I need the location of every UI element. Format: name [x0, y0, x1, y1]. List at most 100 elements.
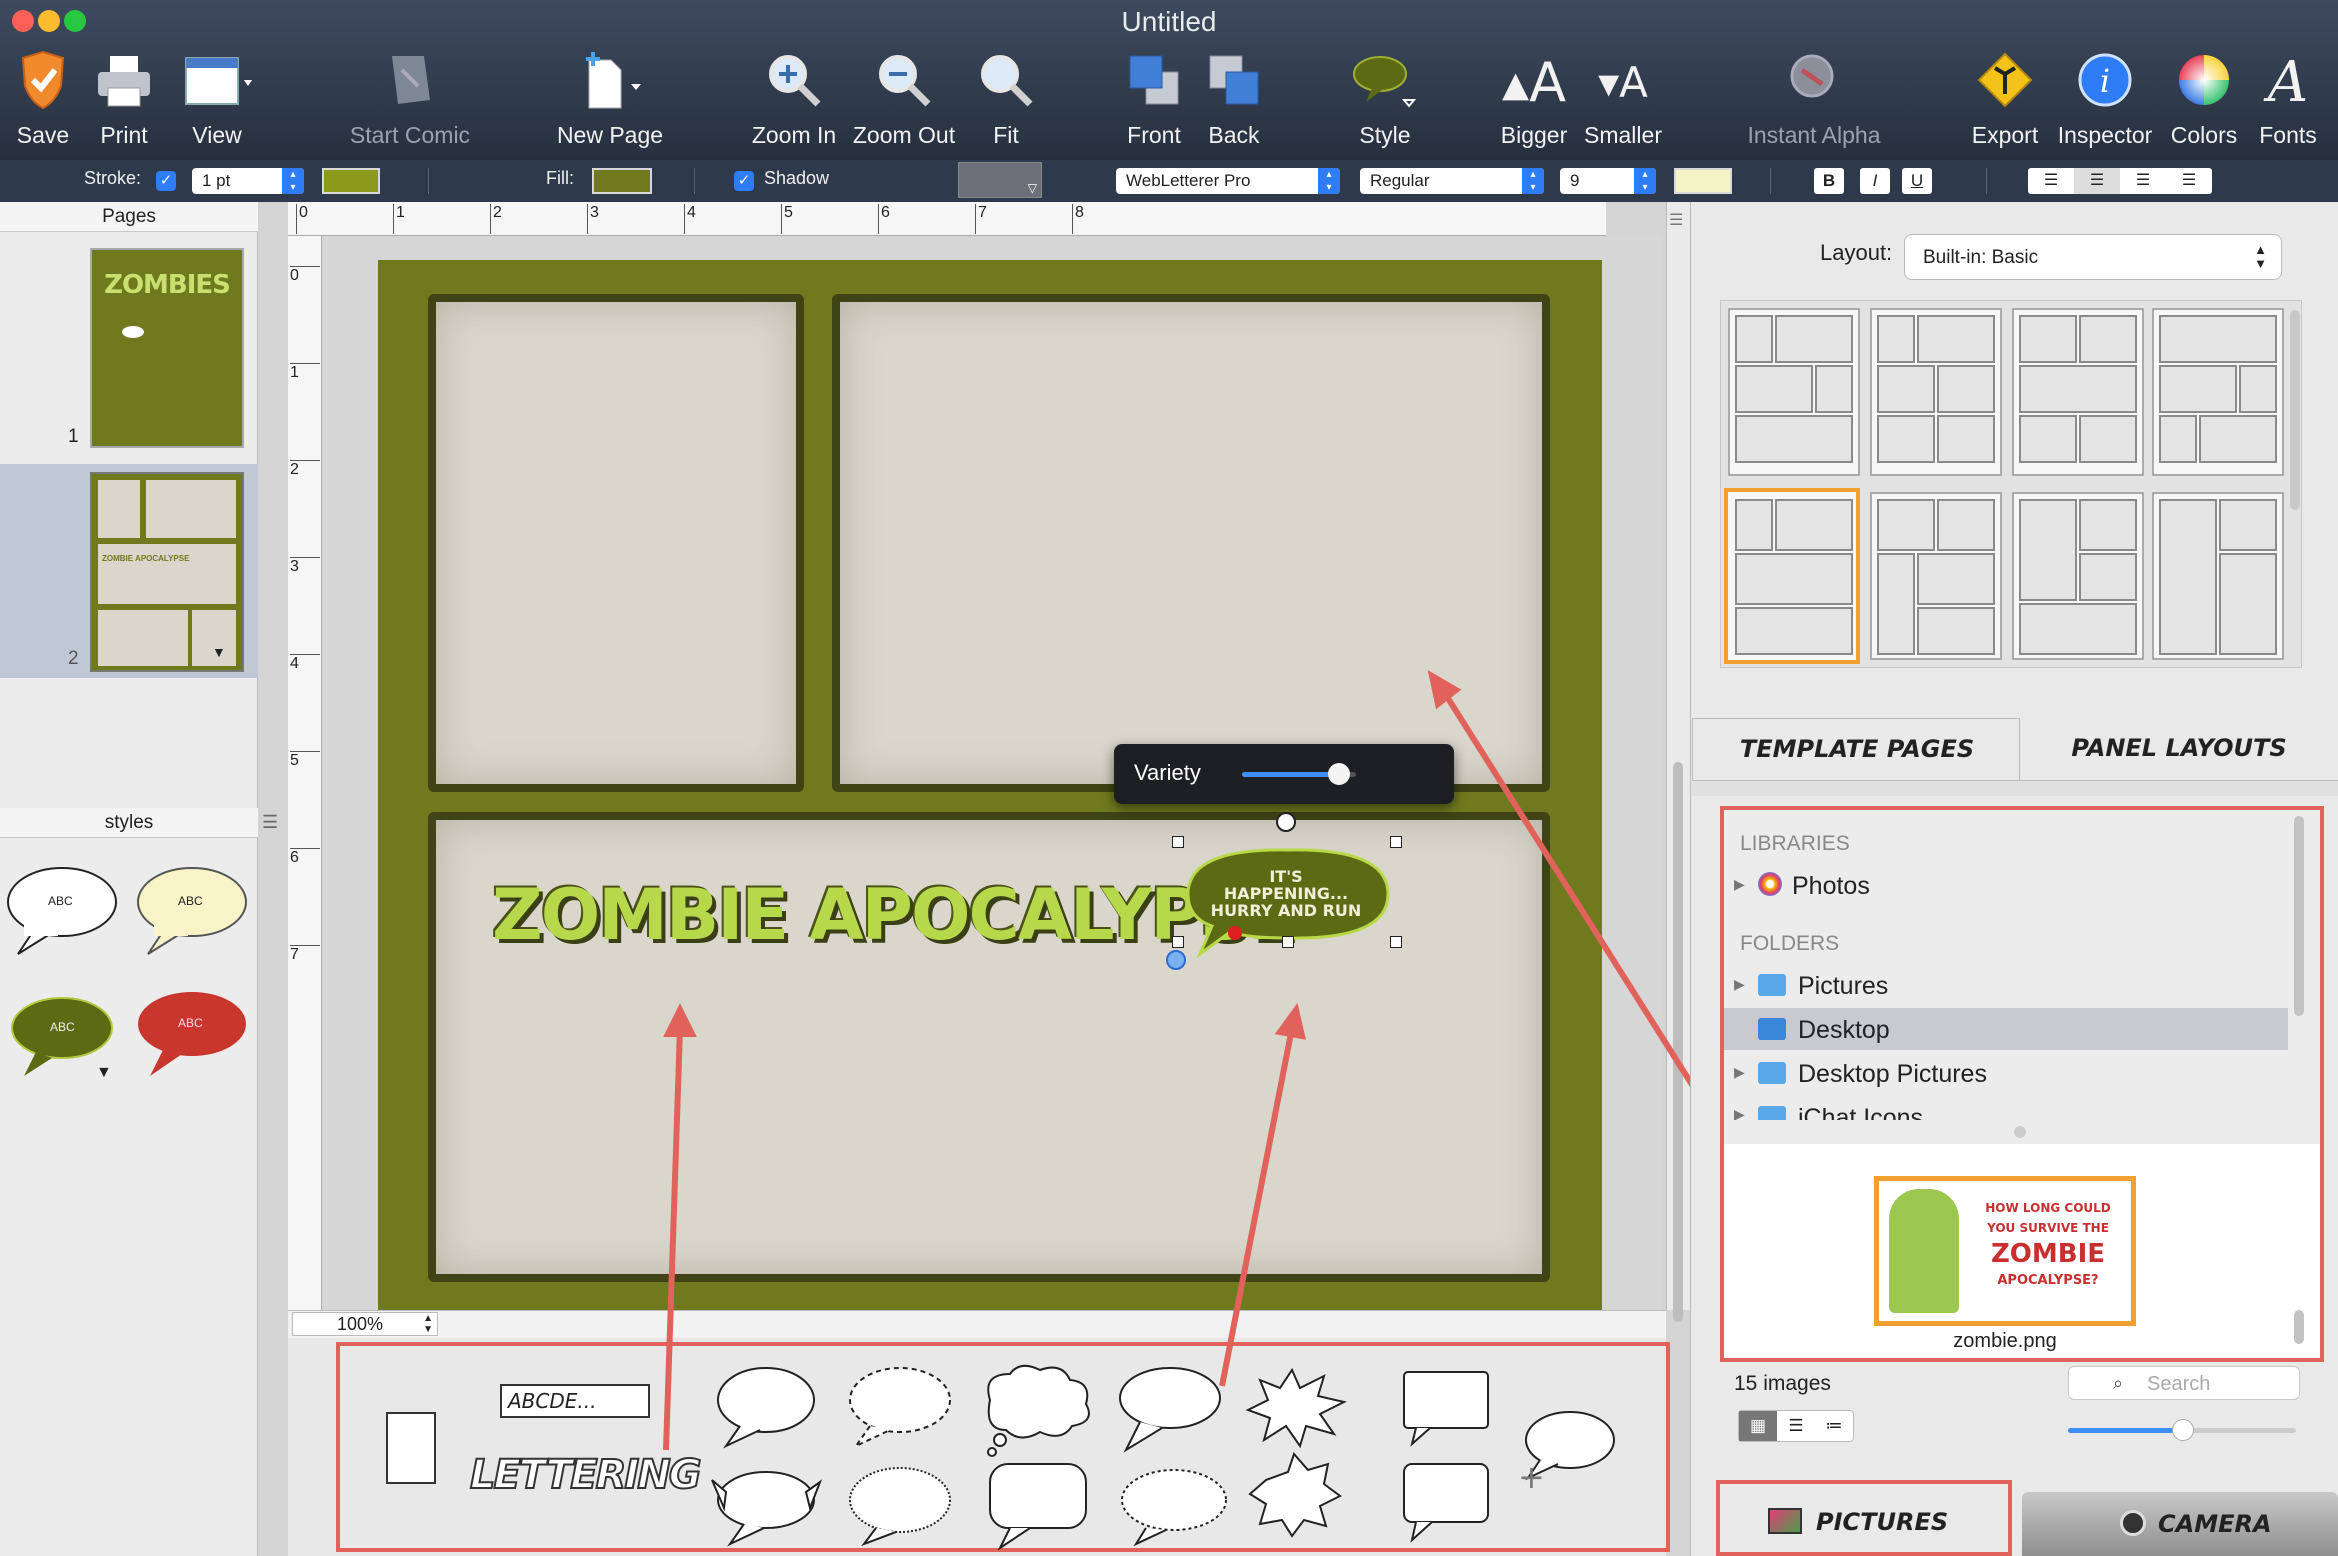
page-thumbnail-1[interactable]: ZOMBIES 1: [0, 234, 258, 458]
dashed-balloon-tool[interactable]: [849, 1367, 951, 1449]
template-scrollbar-thumb[interactable]: [2290, 310, 2300, 510]
box-balloon-tool[interactable]: [1403, 1371, 1489, 1447]
zoom-out-button[interactable]: Zoom Out: [846, 50, 962, 150]
zoom-select[interactable]: 100% ▲ ▼: [292, 1312, 438, 1336]
comic-panel[interactable]: [832, 294, 1550, 792]
scalloped-balloon-tool[interactable]: [1121, 1469, 1227, 1547]
align-center-icon[interactable]: ☰: [2074, 168, 2120, 194]
search-field[interactable]: ⌕ Search: [2068, 1366, 2300, 1400]
shadow-preview-well[interactable]: ▽: [958, 162, 1042, 198]
folder-pictures[interactable]: ▶ Pictures: [1734, 970, 2290, 1004]
font-style-select[interactable]: Regular ▴ ▾: [1360, 168, 1544, 194]
panel-tool[interactable]: [386, 1412, 436, 1484]
resize-handle[interactable]: [1172, 936, 1184, 948]
view-button[interactable]: View: [174, 50, 260, 150]
vertical-scrollbar[interactable]: ☰: [1666, 202, 1690, 1322]
page-thumbnail-2[interactable]: ZOMBIE APOCALYPSE ▼ 2: [0, 464, 258, 678]
save-button[interactable]: Save: [2, 50, 84, 150]
bigger-font-button[interactable]: ▴A Bigger: [1492, 50, 1576, 150]
text-color-well[interactable]: [1674, 168, 1732, 194]
thought-balloon-tool[interactable]: [987, 1364, 1090, 1457]
smaller-font-button[interactable]: ▾A Smaller: [1578, 50, 1668, 150]
tab-template-pages[interactable]: TEMPLATE PAGES: [1692, 718, 2020, 780]
caption-tool[interactable]: ABCDE...: [500, 1384, 650, 1418]
resize-handle[interactable]: [1282, 936, 1294, 948]
lettering-tool[interactable]: LETTERING: [469, 1451, 703, 1524]
zoom-in-button[interactable]: Zoom In: [742, 50, 846, 150]
burst-balloon-tool[interactable]: [1245, 1367, 1347, 1449]
scrollbar-thumb[interactable]: [1673, 762, 1683, 1322]
thumbnail-size-slider-knob[interactable]: [2172, 1419, 2194, 1441]
splitter-dot[interactable]: [2014, 1126, 2026, 1138]
image-thumbnail-zombie[interactable]: HOW LONG COULD YOU SURVIVE THE ZOMBIE AP…: [1874, 1176, 2136, 1326]
underline-button[interactable]: U: [1902, 168, 1932, 194]
library-scrollbar-thumb[interactable]: [2294, 816, 2304, 1016]
fill-color-well[interactable]: [592, 168, 652, 194]
comic-title-text[interactable]: ZOMBIE APOCALYPSE: [492, 874, 1296, 974]
menu-handle-icon[interactable]: ☰: [262, 812, 278, 833]
export-button[interactable]: Export: [1962, 50, 2048, 150]
speech-balloon-alt-tool[interactable]: [1119, 1367, 1221, 1453]
align-left-icon[interactable]: ☰: [2028, 168, 2074, 194]
burst-alt-balloon-tool[interactable]: [1248, 1452, 1342, 1538]
style-button[interactable]: Style: [1340, 50, 1430, 150]
folder-desktop-pictures[interactable]: ▶ Desktop Pictures: [1734, 1058, 2290, 1092]
disclosure-triangle-icon[interactable]: ▶: [1734, 1064, 1745, 1081]
tail-tip-handle[interactable]: [1166, 950, 1186, 970]
ruler-tick-label: 7: [975, 204, 987, 234]
list-view-icon[interactable]: ☰: [1777, 1411, 1815, 1441]
disclosure-triangle-icon[interactable]: ▶: [1734, 876, 1745, 893]
resize-handle[interactable]: [1172, 836, 1184, 848]
stroke-color-well[interactable]: [322, 168, 380, 194]
font-name-select[interactable]: WebLetterer Pro ▴ ▾: [1116, 168, 1340, 194]
variety-slider-knob[interactable]: [1327, 763, 1350, 785]
new-page-button[interactable]: New Page: [540, 50, 680, 150]
inspector-button[interactable]: i Inspector: [2052, 50, 2158, 150]
style-white-bubble[interactable]: ABC: [4, 862, 122, 958]
square-balloon-tool[interactable]: [989, 1463, 1087, 1550]
variety-slider[interactable]: [1242, 763, 1356, 785]
colors-button[interactable]: Colors: [2164, 50, 2244, 150]
shadow-checkbox[interactable]: ✓: [734, 171, 754, 191]
align-justify-icon[interactable]: ☰: [2166, 168, 2212, 194]
folder-ichat-icons[interactable]: ▶ iChat Icons: [1734, 1100, 2290, 1120]
fit-button[interactable]: Fit: [966, 50, 1046, 150]
front-button[interactable]: Front: [1114, 50, 1194, 150]
layout-select[interactable]: Built-in: Basic ▲ ▼: [1904, 234, 2282, 280]
menu-handle-icon[interactable]: ☰: [1669, 210, 1683, 230]
library-photos[interactable]: ▶ Photos: [1734, 870, 2290, 904]
print-button[interactable]: Print: [84, 50, 164, 150]
fuzzy-balloon-tool[interactable]: [849, 1467, 951, 1547]
instant-alpha-button[interactable]: Instant Alpha: [1734, 50, 1894, 150]
tab-panel-layouts[interactable]: PANEL LAYOUTS: [2020, 718, 2338, 780]
stroke-width-select[interactable]: 1 pt ▴ ▾: [192, 168, 304, 194]
align-right-icon[interactable]: ☰: [2120, 168, 2166, 194]
tail-anchor-handle[interactable]: [1228, 926, 1242, 940]
disclosure-triangle-icon[interactable]: ▶: [1734, 1106, 1745, 1120]
resize-handle[interactable]: [1390, 936, 1402, 948]
detail-view-icon[interactable]: ≔: [1815, 1411, 1853, 1441]
italic-button[interactable]: I: [1860, 168, 1890, 194]
speech-balloon-tool[interactable]: [717, 1367, 815, 1449]
fonts-button[interactable]: A Fonts: [2248, 50, 2328, 150]
stroke-checkbox[interactable]: ✓: [156, 171, 176, 191]
grid-view-icon[interactable]: ▦: [1739, 1411, 1777, 1441]
style-red-bubble[interactable]: ABC: [134, 986, 252, 1082]
style-green-bubble[interactable]: ABC ▼: [6, 994, 124, 1090]
rotate-handle[interactable]: [1276, 812, 1296, 832]
comic-panel[interactable]: [428, 294, 804, 792]
rounded-balloon-tool[interactable]: [711, 1471, 823, 1547]
thumbnail-size-slider[interactable]: [2068, 1419, 2296, 1441]
font-size-select[interactable]: 9 ▴ ▾: [1560, 168, 1656, 194]
resize-handle[interactable]: [1390, 836, 1402, 848]
folder-desktop-selected[interactable]: Desktop: [1724, 1008, 2288, 1050]
tab-camera[interactable]: CAMERA: [2022, 1492, 2338, 1556]
back-button[interactable]: Back: [1194, 50, 1274, 150]
caption-balloon-tool[interactable]: [1403, 1463, 1489, 1543]
start-comic-button[interactable]: Start Comic: [330, 50, 490, 150]
bold-button[interactable]: B: [1814, 168, 1844, 194]
splitter[interactable]: [1692, 780, 2338, 796]
disclosure-triangle-icon[interactable]: ▶: [1734, 976, 1745, 993]
image-scrollbar-thumb[interactable]: [2294, 1310, 2304, 1344]
style-cream-bubble[interactable]: ABC: [134, 862, 252, 958]
